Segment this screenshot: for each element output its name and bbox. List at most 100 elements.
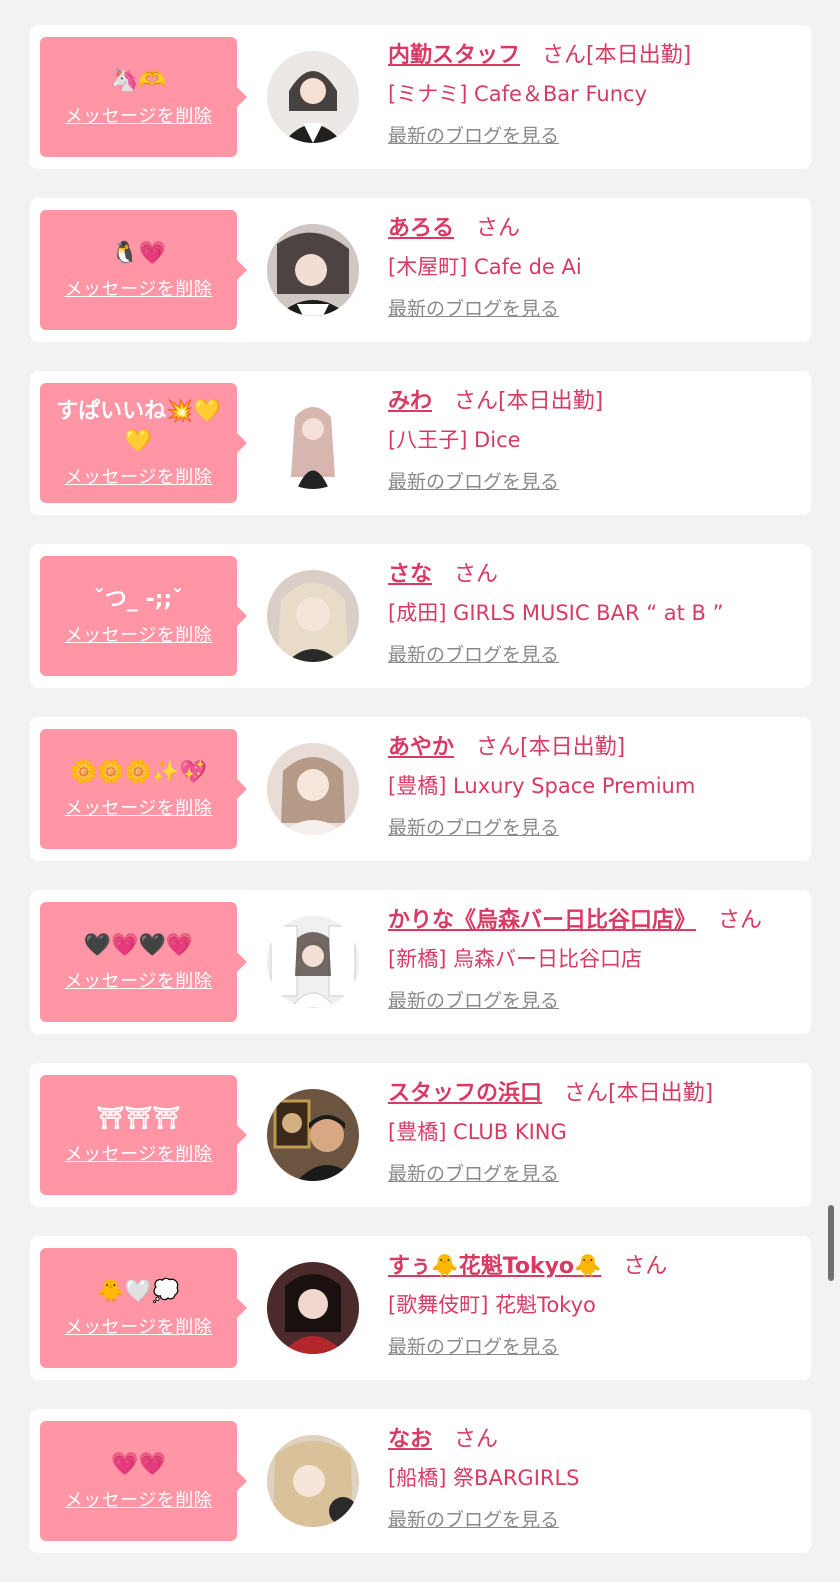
cast-name-link[interactable]: なお (388, 1427, 432, 1452)
message-text: 🐧💗 (111, 241, 166, 266)
message-text: ⛩⛩⛩ (96, 1106, 181, 1131)
delete-message-link[interactable]: メッセージを削除 (65, 102, 213, 128)
attendance-status: [本日出勤] (586, 43, 692, 68)
message-bubble: 💗💗 メッセージを削除 (40, 1421, 247, 1541)
list-item: 🌼🌼🌼✨💖 メッセージを削除 あやか さん[本日出勤] [豊橋] Luxury S… (30, 717, 811, 861)
cast-info: あやか さん[本日出勤] [豊橋] Luxury Space Premium 最新… (388, 731, 801, 840)
latest-blog-link[interactable]: 最新のブログを見る (388, 1159, 559, 1186)
cast-name-link[interactable]: あろる (388, 216, 454, 241)
message-bubble: ⛩⛩⛩ メッセージを削除 (40, 1075, 247, 1195)
shop-name: [豊橋] Luxury Space Premium (388, 774, 696, 798)
cast-name-link[interactable]: あやか (388, 735, 454, 760)
cast-info: すぅ🐥花魁Tokyo🐥 さん [歌舞伎町] 花魁Tokyo 最新のブログを見る (388, 1250, 801, 1359)
message-text: 🌼🌼🌼✨💖 (70, 760, 207, 785)
message-bubble: すぱいいね💥💛💛 メッセージを削除 (40, 383, 247, 503)
attendance-status: [本日出勤] (520, 735, 626, 760)
avatar[interactable] (267, 916, 359, 1008)
message-text: すぱいいね💥💛💛 (56, 399, 221, 454)
message-text: 🦄🫶 (111, 68, 166, 93)
honorific: さん (454, 562, 499, 587)
shop-name: [ミナミ] Cafe＆Bar Funcy (388, 82, 648, 106)
cast-info: 内勤スタッフ さん[本日出勤] [ミナミ] Cafe＆Bar Funcy 最新のブ… (388, 39, 801, 148)
delete-message-link[interactable]: メッセージを削除 (65, 463, 213, 489)
avatar-image (267, 743, 359, 835)
latest-blog-link[interactable]: 最新のブログを見る (388, 1332, 559, 1359)
cast-name-link[interactable]: みわ (388, 389, 432, 414)
cast-info: あろる さん [木屋町] Cafe de Ai 最新のブログを見る (388, 212, 801, 321)
honorific: さん (476, 216, 521, 241)
shop-name: [船橋] 祭BARGIRLS (388, 1466, 580, 1490)
avatar-image (267, 224, 359, 316)
message-bubble: 🌼🌼🌼✨💖 メッセージを削除 (40, 729, 247, 849)
delete-message-link[interactable]: メッセージを削除 (65, 1486, 213, 1512)
message-bubble: ˇつ_ -;;ˇ メッセージを削除 (40, 556, 247, 676)
latest-blog-link[interactable]: 最新のブログを見る (388, 640, 559, 667)
message-text: ˇつ_ -;;ˇ (93, 587, 184, 612)
message-list: 🦄🫶 メッセージを削除 内勤スタッフ さん[本日出勤] [ミナミ] Cafe＆Ba… (30, 25, 811, 1582)
delete-message-link[interactable]: メッセージを削除 (65, 794, 213, 820)
avatar[interactable] (267, 1089, 359, 1181)
latest-blog-link[interactable]: 最新のブログを見る (388, 986, 559, 1013)
honorific: さん (476, 735, 521, 760)
message-bubble: 🦄🫶 メッセージを削除 (40, 37, 247, 157)
avatar-image (267, 570, 359, 662)
honorific: さん (542, 43, 587, 68)
latest-blog-link[interactable]: 最新のブログを見る (388, 1505, 559, 1532)
latest-blog-link[interactable]: 最新のブログを見る (388, 467, 559, 494)
cast-name-link[interactable]: スタッフの浜口 (388, 1081, 542, 1106)
list-item: 🐧💗 メッセージを削除 あろる さん [木屋町] Cafe de Ai 最新のブロ… (30, 198, 811, 342)
shop-name: [木屋町] Cafe de Ai (388, 255, 582, 279)
delete-message-link[interactable]: メッセージを削除 (65, 1140, 213, 1166)
shop-name: [豊橋] CLUB KING (388, 1120, 567, 1144)
avatar-image (267, 1435, 359, 1527)
cast-name-link[interactable]: さな (388, 562, 432, 587)
cast-name-link[interactable]: すぅ🐥花魁Tokyo🐥 (388, 1254, 601, 1279)
honorific: さん (454, 1427, 499, 1452)
cast-info: みわ さん[本日出勤] [八王子] Dice 最新のブログを見る (388, 385, 801, 494)
cast-name-link[interactable]: 内勤スタッフ (388, 43, 520, 68)
delete-message-link[interactable]: メッセージを削除 (65, 1313, 213, 1339)
list-item: ˇつ_ -;;ˇ メッセージを削除 さな さん [成田] GIRLS MUSIC … (30, 544, 811, 688)
message-text: 🖤💗🖤💗 (83, 933, 194, 958)
avatar[interactable] (267, 51, 359, 143)
attendance-status: [本日出勤] (498, 389, 604, 414)
avatar[interactable] (267, 1262, 359, 1354)
latest-blog-link[interactable]: 最新のブログを見る (388, 121, 559, 148)
delete-message-link[interactable]: メッセージを削除 (65, 621, 213, 647)
latest-blog-link[interactable]: 最新のブログを見る (388, 294, 559, 321)
message-text: 🐥🤍💭 (97, 1279, 180, 1304)
cast-info: スタッフの浜口 さん[本日出勤] [豊橋] CLUB KING 最新のブログを見る (388, 1077, 801, 1186)
shop-name: [成田] GIRLS MUSIC BAR “ at B ” (388, 601, 724, 625)
avatar[interactable] (267, 397, 359, 489)
delete-message-link[interactable]: メッセージを削除 (65, 967, 213, 993)
cast-info: さな さん [成田] GIRLS MUSIC BAR “ at B ” 最新のブロ… (388, 558, 801, 667)
message-bubble: 🖤💗🖤💗 メッセージを削除 (40, 902, 247, 1022)
avatar-image (267, 51, 359, 143)
list-item: すぱいいね💥💛💛 メッセージを削除 みわ さん[本日出勤] [八王子] Dice … (30, 371, 811, 515)
avatar[interactable] (267, 743, 359, 835)
message-text: 💗💗 (111, 1452, 166, 1477)
avatar-image (267, 1262, 359, 1354)
honorific: さん (623, 1254, 668, 1279)
avatar[interactable] (267, 570, 359, 662)
shop-name: [新橋] 烏森バー日比谷口店 (388, 947, 643, 971)
latest-blog-link[interactable]: 最新のブログを見る (388, 813, 559, 840)
honorific: さん (718, 908, 763, 933)
cast-info: かりな《烏森バー日比谷口店》 さん [新橋] 烏森バー日比谷口店 最新のブログを見… (388, 904, 801, 1013)
shop-name: [八王子] Dice (388, 428, 521, 452)
avatar[interactable] (267, 1435, 359, 1527)
list-item: 🖤💗🖤💗 メッセージを削除 かりな《烏森バー日比谷口店》 さん [新橋] 烏森バー… (30, 890, 811, 1034)
scrollbar[interactable] (828, 1205, 834, 1281)
avatar-image (267, 397, 359, 489)
list-item: 🦄🫶 メッセージを削除 内勤スタッフ さん[本日出勤] [ミナミ] Cafe＆Ba… (30, 25, 811, 169)
list-item: 🐥🤍💭 メッセージを削除 すぅ🐥花魁Tokyo🐥 さん [歌舞伎町] 花魁Toky… (30, 1236, 811, 1380)
avatar[interactable] (267, 224, 359, 316)
cast-name-link[interactable]: かりな《烏森バー日比谷口店》 (388, 908, 696, 933)
attendance-status: [本日出勤] (608, 1081, 714, 1106)
shop-name: [歌舞伎町] 花魁Tokyo (388, 1293, 596, 1317)
message-bubble: 🐧💗 メッセージを削除 (40, 210, 247, 330)
delete-message-link[interactable]: メッセージを削除 (65, 275, 213, 301)
avatar-image (267, 916, 359, 1008)
list-item: ⛩⛩⛩ メッセージを削除 スタッフの浜口 さん[本日出勤] [豊橋] CLUB K… (30, 1063, 811, 1207)
list-item: 💗💗 メッセージを削除 なお さん [船橋] 祭BARGIRLS 最新のブログを見… (30, 1409, 811, 1553)
